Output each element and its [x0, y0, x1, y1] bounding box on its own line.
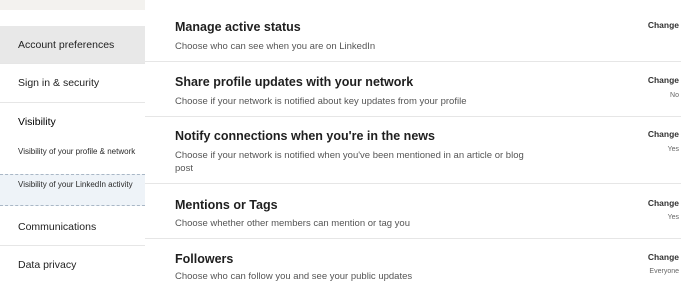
setting-row-share-profile-updates: Share profile updates with your network …: [145, 62, 681, 117]
change-button[interactable]: Change: [648, 75, 679, 85]
sidebar-item-data-privacy[interactable]: Data privacy: [0, 246, 145, 283]
settings-sidebar: Account preferences Sign in & security V…: [0, 10, 146, 283]
setting-description: Choose if your network is notified about…: [175, 96, 467, 107]
setting-description: Choose whether other members can mention…: [175, 218, 410, 229]
sidebar-item-communications[interactable]: Communications: [0, 208, 145, 246]
sidebar-item-label: Account preferences: [18, 38, 115, 51]
setting-value: Yes: [667, 146, 679, 153]
sidebar-subitem-label: Visibility of your profile & network: [18, 147, 136, 156]
settings-main: Manage active status Choose who can see …: [145, 0, 681, 283]
setting-row-active-status: Manage active status Choose who can see …: [145, 0, 681, 62]
sidebar-item-sign-in-security[interactable]: Sign in & security: [0, 64, 145, 103]
sidebar-item-account-preferences[interactable]: Account preferences: [0, 26, 145, 64]
setting-value: No: [670, 92, 679, 99]
setting-description: Choose who can see when you are on Linke…: [175, 41, 376, 52]
setting-title: Manage active status: [175, 20, 301, 34]
change-button[interactable]: Change: [648, 20, 679, 30]
change-button[interactable]: Change: [648, 198, 679, 208]
setting-title: Followers: [175, 252, 234, 266]
settings-page: Account preferences Sign in & security V…: [0, 0, 681, 283]
setting-value: Everyone: [649, 268, 679, 275]
setting-title: Share profile updates with your network: [175, 75, 414, 89]
sidebar-item-label: Sign in & security: [18, 77, 100, 89]
setting-row-followers: Followers Choose who can follow you and …: [145, 239, 681, 283]
sidebar-subitem-label: Visibility of your LinkedIn activity: [18, 180, 133, 189]
setting-row-notify-connections: Notify connections when you're in the ne…: [145, 117, 681, 184]
sidebar-subitem-activity-visibility[interactable]: Visibility of your LinkedIn activity: [0, 174, 145, 206]
setting-row-mentions-tags: Mentions or Tags Choose whether other me…: [145, 184, 681, 239]
setting-value: Yes: [667, 214, 679, 221]
setting-description: Choose if your network is notified when …: [175, 150, 524, 174]
setting-title: Notify connections when you're in the ne…: [175, 129, 435, 143]
sidebar-subitem-profile-network-visibility[interactable]: Visibility of your profile & network: [0, 146, 145, 172]
change-button[interactable]: Change: [648, 252, 679, 262]
setting-description: Choose who can follow you and see your p…: [175, 271, 413, 282]
sidebar-item-visibility[interactable]: Visibility: [0, 103, 145, 141]
sidebar-item-label: Communications: [18, 220, 97, 233]
change-button[interactable]: Change: [648, 129, 679, 139]
sidebar-item-label: Data privacy: [18, 259, 77, 271]
setting-title: Mentions or Tags: [175, 198, 278, 212]
sidebar-item-label: Visibility: [18, 116, 56, 128]
